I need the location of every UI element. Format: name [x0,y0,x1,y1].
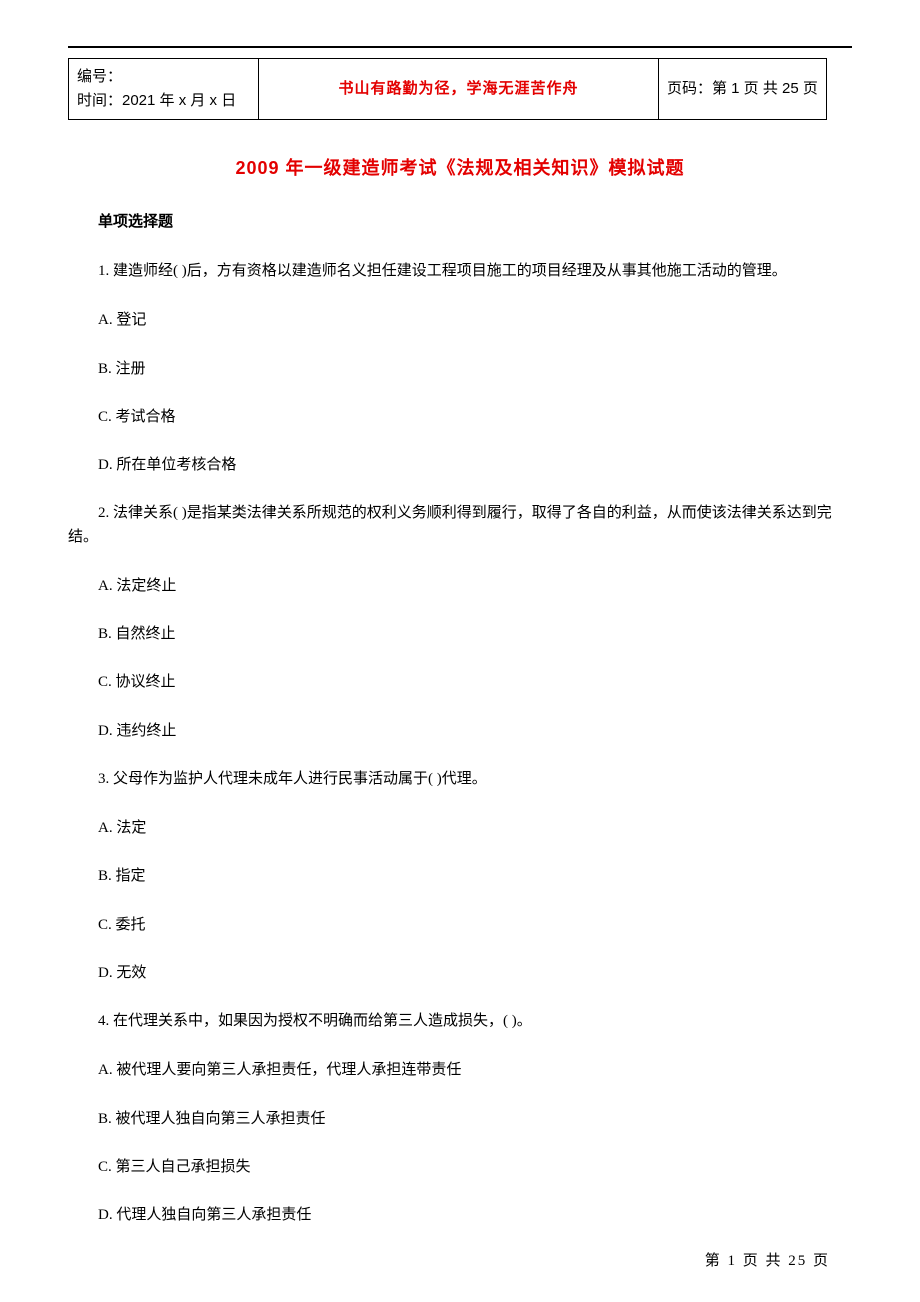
question-stem: 2. 法律关系( )是指某类法律关系所规范的权利义务顺利得到履行，取得了各自的利… [68,502,852,549]
question-option: C. 考试合格 [68,406,852,429]
question-option: A. 被代理人要向第三人承担责任，代理人承担连带责任 [68,1059,852,1082]
question-option: B. 注册 [68,358,852,381]
question-option: A. 法定 [68,817,852,840]
question-stem: 1. 建造师经( )后，方有资格以建造师名义担任建设工程项目施工的项目经理及从事… [68,260,852,283]
doc-date-label: 时间：2021 年 x 月 x 日 [77,89,250,113]
question-option: D. 无效 [68,962,852,985]
doc-number-label: 编号： [77,65,250,89]
header-page-label: 页码：第 1 页 共 25 页 [659,59,827,120]
document-body: 2009 年一级建造师考试《法规及相关知识》模拟试题 单项选择题 1. 建造师经… [68,145,852,1253]
question-option: A. 法定终止 [68,575,852,598]
top-rule [68,46,852,48]
question-stem: 3. 父母作为监护人代理未成年人进行民事活动属于( )代理。 [68,768,852,791]
question-option: C. 协议终止 [68,671,852,694]
question-option: B. 指定 [68,865,852,888]
question-option: D. 所在单位考核合格 [68,454,852,477]
exam-title: 2009 年一级建造师考试《法规及相关知识》模拟试题 [68,155,852,183]
question-option: B. 自然终止 [68,623,852,646]
question-stem: 4. 在代理关系中，如果因为授权不明确而给第三人造成损失，( )。 [68,1010,852,1033]
header-motto: 书山有路勤为径，学海无涯苦作舟 [259,59,659,120]
header-table: 编号： 时间：2021 年 x 月 x 日 书山有路勤为径，学海无涯苦作舟 页码… [68,58,827,120]
question-option: D. 代理人独自向第三人承担责任 [68,1204,852,1227]
question-option: A. 登记 [68,309,852,332]
page-footer: 第 1 页 共 25 页 [705,1249,830,1270]
question-option: C. 委托 [68,914,852,937]
question-option: D. 违约终止 [68,720,852,743]
question-option: B. 被代理人独自向第三人承担责任 [68,1108,852,1131]
section-heading: 单项选择题 [68,211,852,234]
header-left-cell: 编号： 时间：2021 年 x 月 x 日 [69,59,259,120]
question-option: C. 第三人自己承担损失 [68,1156,852,1179]
